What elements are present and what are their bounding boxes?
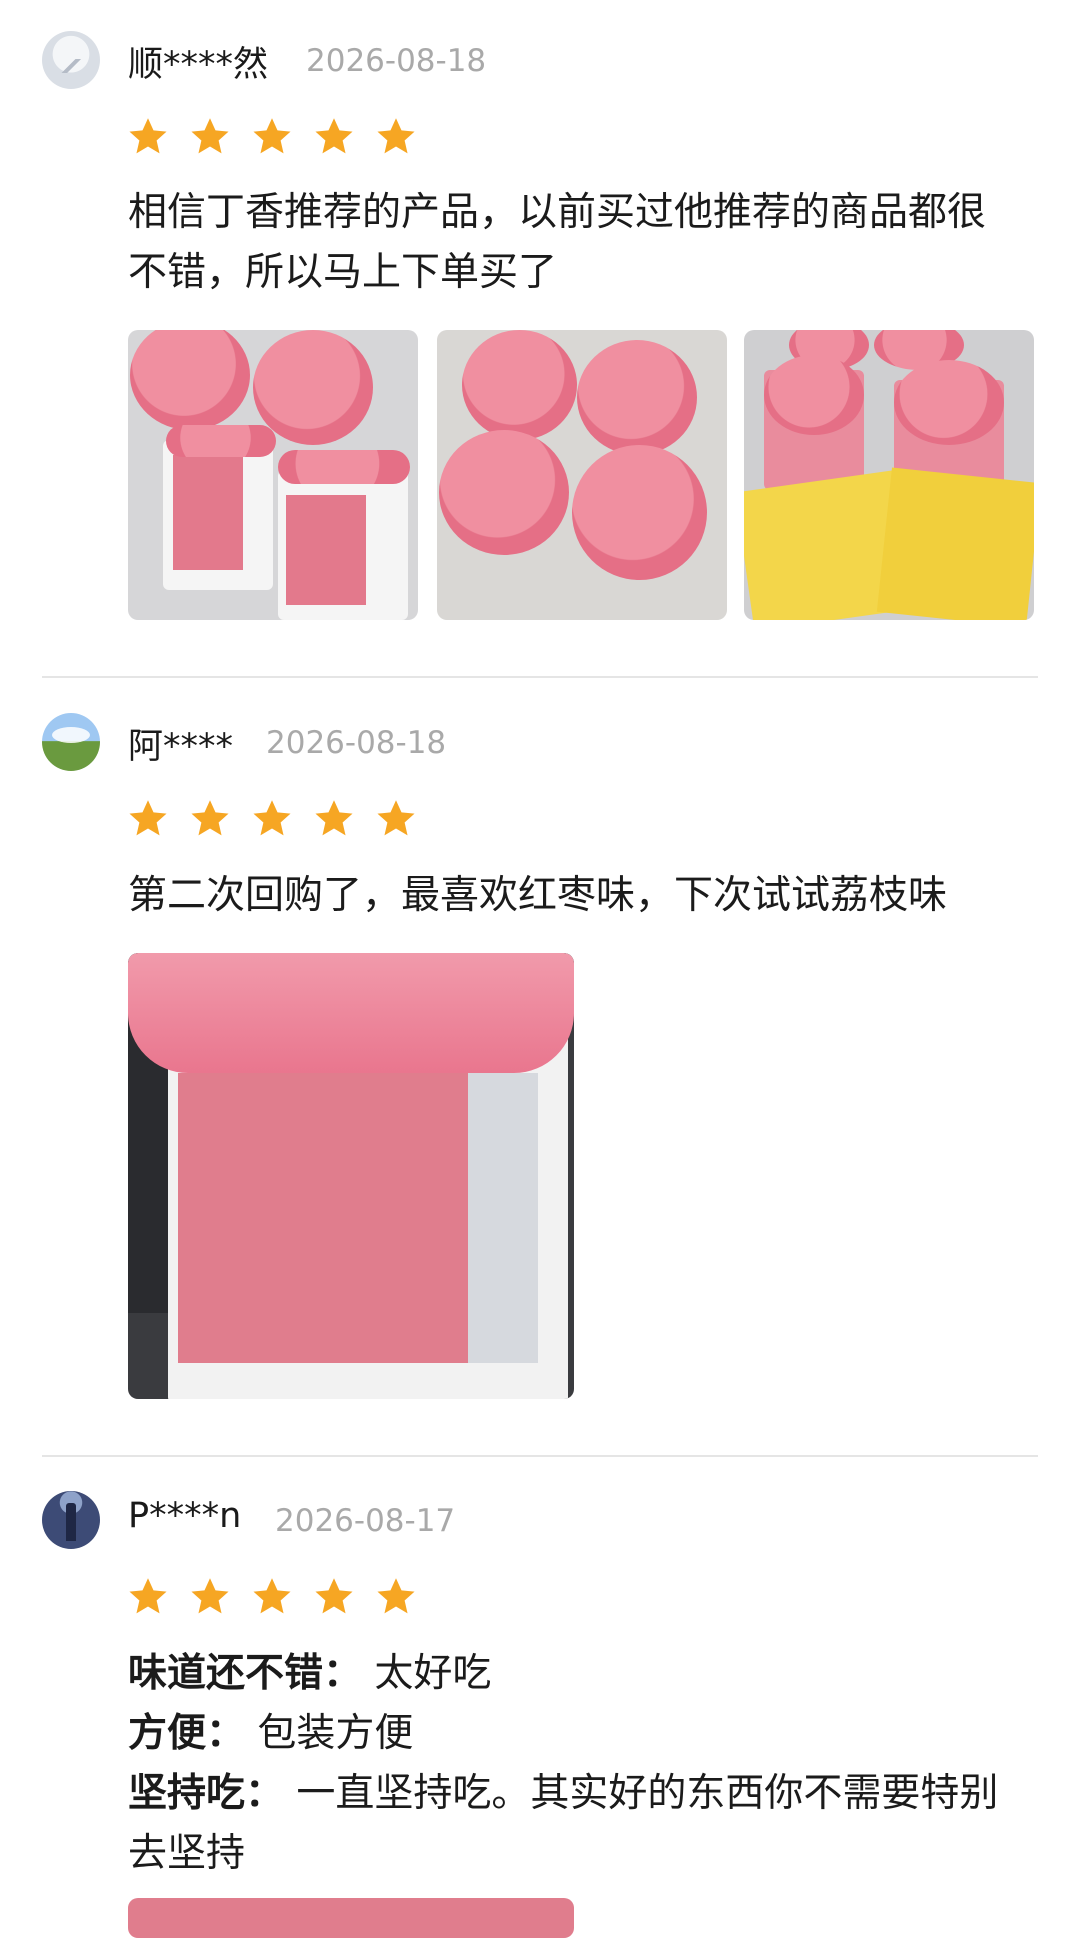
star-icon (315, 1578, 353, 1614)
attribute-value: 包装方便 (257, 1711, 414, 1756)
attribute-key: 方便： (128, 1711, 246, 1756)
star-rating (126, 797, 418, 841)
username[interactable]: P****n (128, 1496, 241, 1536)
star-icon (129, 118, 167, 154)
avatar[interactable] (42, 1491, 100, 1549)
star-icon (253, 800, 291, 836)
star-icon (191, 118, 229, 154)
review-text: 第二次回购了，最喜欢红枣味，下次试试荔枝味 (128, 866, 1048, 926)
star-rating (126, 1575, 418, 1619)
review-photo[interactable] (128, 330, 418, 620)
star-icon (377, 1578, 415, 1614)
star-icon (315, 800, 353, 836)
star-icon (129, 800, 167, 836)
review-divider (42, 676, 1038, 678)
review-photo[interactable] (437, 330, 727, 620)
star-icon (253, 118, 291, 154)
attribute-value: 太好吃 (374, 1651, 492, 1696)
star-rating (126, 115, 418, 159)
review-photo[interactable] (128, 1898, 574, 1938)
review-text-line: 相信丁香推荐的产品，以前买过他推荐的商品都很 (128, 190, 987, 235)
star-icon (253, 1578, 291, 1614)
review-photo[interactable] (744, 330, 1034, 620)
star-icon (191, 800, 229, 836)
review-date: 2026-08-18 (306, 43, 487, 79)
username[interactable]: 阿**** (128, 718, 233, 769)
review-date: 2026-08-18 (266, 725, 447, 761)
star-icon (191, 1578, 229, 1614)
review-text-line: 第二次回购了，最喜欢红枣味，下次试试荔枝味 (128, 873, 948, 918)
star-icon (377, 118, 415, 154)
avatar[interactable] (42, 713, 100, 771)
attribute-key: 坚持吃： (128, 1771, 285, 1816)
review-text-line: 不错，所以马上下单买了 (128, 250, 558, 295)
review-date: 2026-08-17 (275, 1503, 456, 1539)
star-icon (129, 1578, 167, 1614)
review-text: 相信丁香推荐的产品，以前买过他推荐的商品都很 不错，所以马上下单买了 (128, 183, 1048, 303)
review-divider (42, 1455, 1038, 1457)
star-icon (315, 118, 353, 154)
star-icon (377, 800, 415, 836)
review-photo[interactable] (128, 953, 574, 1399)
attribute-key: 味道还不错： (128, 1651, 363, 1696)
review-attribute: 坚持吃： 一直坚持吃。其实好的东西你不需要特别 (128, 1764, 1048, 1824)
avatar[interactable] (42, 31, 100, 89)
attribute-value: 一直坚持吃。其实好的东西你不需要特别 (296, 1771, 999, 1816)
review-text: 味道还不错： 太好吃 方便： 包装方便 坚持吃： 一直坚持吃。其实好的东西你不需… (128, 1644, 1048, 1884)
review-attribute: 味道还不错： 太好吃 (128, 1644, 1048, 1704)
username[interactable]: 顺****然 (128, 36, 268, 87)
review-text-line: 去坚持 (128, 1831, 246, 1876)
review-attribute: 方便： 包装方便 (128, 1704, 1048, 1764)
